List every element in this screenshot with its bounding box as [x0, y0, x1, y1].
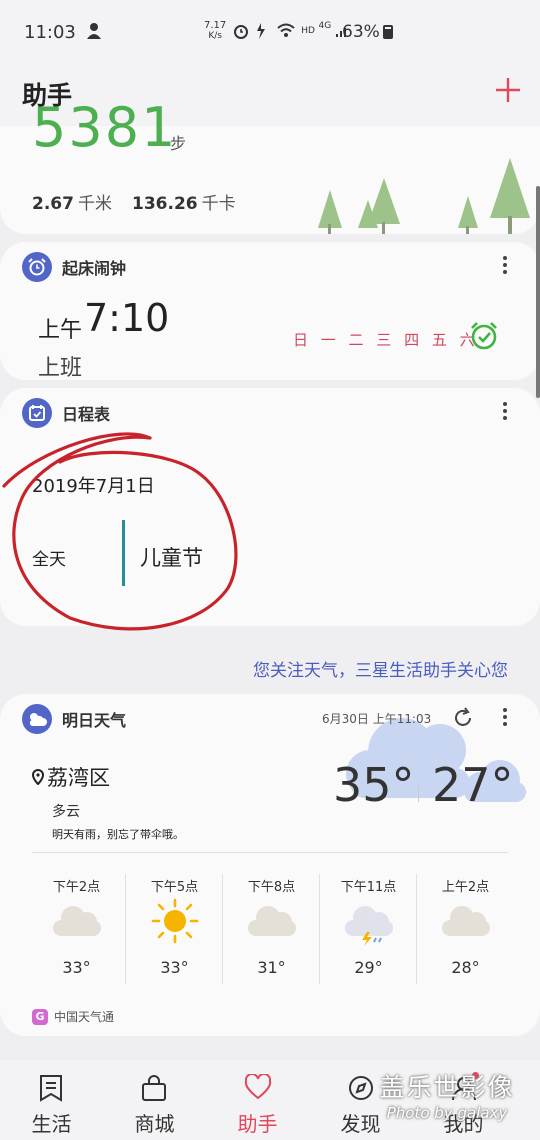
heart-icon [244, 1074, 272, 1100]
location-pin-icon [32, 769, 44, 785]
red-ink-circle-annotation [2, 432, 238, 631]
status-icons: 7.17 K/s HD 4G [204, 21, 349, 41]
alarm-label: 上班 [38, 356, 83, 381]
bookmark-icon [40, 1075, 62, 1102]
hourly-item: 下午2点 33° [28, 874, 125, 984]
schedule-more-icon[interactable] [502, 402, 508, 423]
tab-label: 助手 [237, 1112, 278, 1136]
hourly-item: 下午8点 31° [222, 874, 319, 984]
watermark-line2: Photo by galaxy [386, 1104, 508, 1122]
hd-label: HD [301, 26, 315, 36]
alarm-card[interactable]: 起床闹钟 上午 7:10 上班 日 一 二 三 四 五 六 [0, 242, 540, 381]
alarm-status-icon [233, 25, 248, 39]
schedule-card-header: 日程表 [22, 398, 110, 428]
weather-updated-time: 6月30日 上午11:03 [322, 712, 432, 726]
status-bar: 11:03 7.17 K/s HD 4G 63% [0, 0, 540, 64]
distance: 2.67 千米 [32, 194, 112, 214]
thunderstorm-icon [345, 906, 393, 946]
watermark: 盖乐世影像 Photo by galaxy [362, 1068, 532, 1122]
tab-mall[interactable]: 商城 [103, 1060, 206, 1140]
hourly-time: 下午8点 [247, 880, 296, 895]
net-speed: 7.17 K/s [204, 20, 227, 42]
weather-source[interactable]: G 中国天气通 [32, 1008, 114, 1025]
calendar-icon [22, 398, 52, 428]
hourly-temp: 33° [62, 958, 91, 977]
alarm-more-icon[interactable] [502, 256, 508, 277]
alarm-clock-icon [22, 252, 52, 282]
temp-high: 35° [333, 758, 415, 812]
hourly-temp: 29° [354, 958, 383, 977]
hourly-item: 下午5点 33° [125, 874, 222, 984]
hourly-item: 下午11点 29° [319, 874, 416, 984]
weather-divider [32, 852, 508, 853]
partly-cloudy-icon [22, 704, 52, 734]
alarm-repeat-days: 日 一 二 三 四 五 六 [293, 331, 479, 349]
hourly-forecast: 下午2点 33° 下午5点 33° 下午8点 31° 下午11点 29° 上午2… [28, 874, 516, 984]
tab-label: 商城 [134, 1112, 175, 1136]
weather-card-title: 明日天气 [62, 711, 127, 730]
weather-advice: 明天有雨，别忘了带伞哦。 [52, 828, 184, 841]
tab-label: 生活 [31, 1112, 72, 1136]
alarm-card-header: 起床闹钟 [22, 252, 126, 282]
hourly-item: 上午2点 28° [416, 874, 513, 984]
weather-card-header: 明日天气 [22, 704, 126, 734]
weather-condition: 多云 [52, 804, 80, 820]
wifi-icon [277, 23, 295, 37]
alarm-time: 7:10 [84, 296, 170, 340]
cloudy-icon [248, 906, 296, 936]
hourly-time: 下午2点 [52, 880, 101, 895]
sun-icon [151, 898, 199, 944]
battery-icon [383, 25, 393, 39]
weather-location: 荔湾区 [32, 762, 110, 792]
weather-tip: 您关注天气，三星生活助手关心您 [253, 661, 508, 681]
shopping-bag-icon [142, 1075, 166, 1101]
app-notification-icon [87, 23, 101, 39]
hourly-time: 下午5点 [150, 880, 199, 895]
weather-source-icon: G [32, 1008, 48, 1025]
tab-life[interactable]: 生活 [0, 1060, 103, 1140]
scrollbar[interactable] [536, 186, 540, 398]
schedule-card-title: 日程表 [62, 405, 111, 424]
hourly-temp: 28° [451, 958, 480, 977]
hourly-time: 下午11点 [340, 880, 397, 895]
trees-illustration [318, 158, 530, 234]
status-time: 11:03 [24, 22, 76, 43]
hourly-temp: 33° [160, 958, 189, 977]
alarm-card-title: 起床闹钟 [62, 259, 127, 278]
hourly-time: 上午2点 [441, 880, 490, 895]
calories: 136.26 千卡 [132, 194, 236, 214]
steps-card[interactable]: 5381 步 2.67 千米 136.26 千卡 [0, 96, 540, 234]
alarm-on-icon[interactable] [468, 320, 500, 352]
data-saver-icon [257, 23, 266, 39]
weather-card[interactable]: 明日天气 6月30日 上午11:03 荔湾区 多云 明天有雨，别忘了带伞哦。 3… [0, 694, 540, 1036]
hourly-temp: 31° [257, 958, 286, 977]
refresh-icon[interactable] [451, 706, 475, 730]
steps-count: 5381 [32, 96, 178, 159]
add-icon[interactable] [494, 76, 522, 104]
tab-assistant[interactable]: 助手 [206, 1060, 309, 1140]
temp-low: 27° [432, 758, 514, 812]
cloudy-icon [53, 906, 101, 936]
alarm-ampm: 上午 [38, 318, 83, 343]
battery-percent: 63% [342, 22, 380, 42]
temp-separator [418, 784, 419, 802]
weather-more-icon[interactable] [502, 708, 508, 729]
watermark-line1: 盖乐世影像 [379, 1073, 515, 1102]
network-label: 4G [318, 21, 332, 31]
steps-unit: 步 [170, 134, 187, 153]
cloudy-icon [442, 906, 490, 936]
